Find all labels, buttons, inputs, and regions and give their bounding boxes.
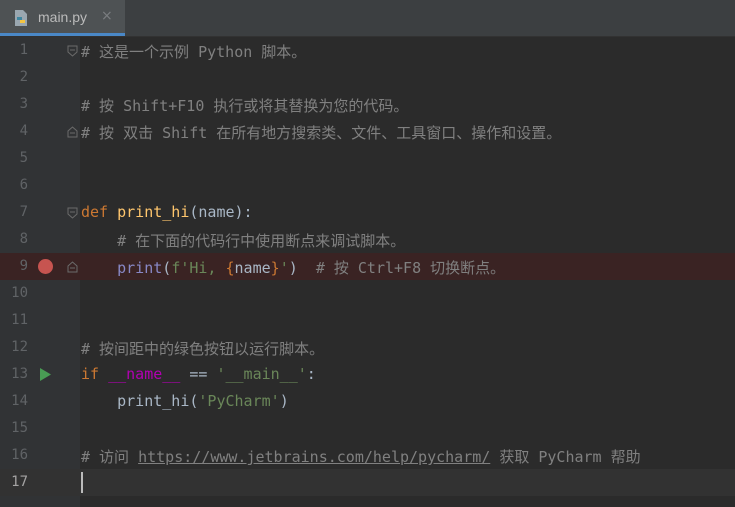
line-number: 1 (19, 42, 28, 58)
code-text: print_hi('PyCharm') (81, 392, 289, 410)
code-line[interactable]: 13 if __name__ == '__main__': (0, 361, 735, 388)
code-line[interactable]: 14 print_hi('PyCharm') (0, 388, 735, 415)
colon: : (306, 365, 316, 383)
paren: ) (288, 259, 298, 277)
fstring-suffix: ' (279, 259, 289, 277)
code-text: # 访问 https://www.jetbrains.com/help/pych… (81, 446, 641, 467)
comment: 获取 PyCharm 帮助 (490, 448, 641, 466)
code-line[interactable]: 15 (0, 415, 735, 442)
string: 'PyCharm' (198, 392, 280, 410)
caret-line[interactable]: 17 (0, 469, 735, 496)
tab-main-py[interactable]: main.py × (0, 0, 125, 36)
line-number: 17 (11, 474, 28, 490)
line-number: 5 (19, 150, 28, 166)
comment: # 按间距中的绿色按钮以运行脚本。 (81, 340, 325, 358)
keyword-def: def (81, 203, 109, 221)
line-number: 10 (11, 285, 28, 301)
comment: # 按 Shift+F10 执行或将其替换为您的代码。 (81, 97, 409, 115)
fstring-var: name (234, 259, 271, 277)
code-line[interactable]: 2 (0, 64, 735, 91)
line-number: 9 (19, 258, 28, 274)
code-text: # 在下面的代码行中使用断点来调试脚本。 (81, 230, 405, 251)
params: (name): (189, 203, 253, 221)
line-number: 12 (11, 339, 28, 355)
fold-end-icon[interactable] (67, 126, 78, 138)
function-name: print_hi (117, 203, 190, 221)
comment: # 按 Ctrl+F8 切换断点。 (315, 259, 506, 277)
line-number: 6 (19, 177, 28, 193)
line-number: 14 (11, 393, 28, 409)
fstring-prefix: f'Hi, (171, 259, 226, 277)
breakpoint-line[interactable]: 9 print(f'Hi, {name}') # 按 Ctrl+F8 切换断点。 (0, 253, 735, 280)
code-text: print(f'Hi, {name}') # 按 Ctrl+F8 切换断点。 (81, 257, 505, 278)
paren: ( (162, 259, 172, 277)
code-line[interactable]: 16 # 访问 https://www.jetbrains.com/help/p… (0, 442, 735, 469)
text-caret (81, 472, 83, 493)
code-editor[interactable]: 1 # 这是一个示例 Python 脚本。 2 3 # 按 Shift+F10 … (0, 37, 735, 507)
fold-start-icon[interactable] (67, 207, 78, 219)
code-line[interactable]: 11 (0, 307, 735, 334)
line-number: 8 (19, 231, 28, 247)
dunder-name: __name__ (108, 365, 181, 383)
code-line[interactable]: 8 # 在下面的代码行中使用断点来调试脚本。 (0, 226, 735, 253)
comment: # 这是一个示例 Python 脚本。 (81, 43, 307, 61)
tab-title: main.py (38, 9, 88, 25)
code-line[interactable]: 7 def print_hi(name): (0, 199, 735, 226)
code-line[interactable]: 3 # 按 Shift+F10 执行或将其替换为您的代码。 (0, 91, 735, 118)
fold-start-icon[interactable] (67, 45, 78, 57)
line-number: 16 (11, 447, 28, 463)
fstring-brace: } (270, 259, 280, 277)
string: '__main__' (216, 365, 307, 383)
code-text: def print_hi(name): (81, 203, 253, 221)
fold-end-icon[interactable] (67, 261, 78, 273)
comment: # 访问 (81, 448, 139, 466)
editor-tab-bar: main.py × (0, 0, 735, 37)
code-line[interactable]: 5 (0, 145, 735, 172)
close-icon[interactable]: × (101, 8, 113, 24)
line-number: 3 (19, 96, 28, 112)
run-triangle-icon[interactable] (38, 367, 52, 382)
function-call: print_hi (117, 392, 190, 410)
line-number: 4 (19, 123, 28, 139)
paren: ) (279, 392, 289, 410)
comment: # 在下面的代码行中使用断点来调试脚本。 (117, 232, 406, 250)
code-line[interactable]: 12 # 按间距中的绿色按钮以运行脚本。 (0, 334, 735, 361)
help-link[interactable]: https://www.jetbrains.com/help/pycharm/ (138, 448, 490, 466)
breakpoint-icon[interactable] (38, 259, 53, 274)
fstring-brace: { (225, 259, 235, 277)
python-file-icon (15, 10, 27, 26)
comment: # 按 双击 Shift 在所有地方搜索类、文件、工具窗口、操作和设置。 (81, 124, 562, 142)
code-text: if __name__ == '__main__': (81, 365, 316, 383)
line-number: 15 (11, 420, 28, 436)
line-number: 13 (11, 366, 28, 382)
code-line[interactable]: 1 # 这是一个示例 Python 脚本。 (0, 37, 735, 64)
builtin-print: print (117, 259, 163, 277)
line-number: 11 (11, 312, 28, 328)
code-line[interactable]: 10 (0, 280, 735, 307)
line-number: 2 (19, 69, 28, 85)
line-number: 7 (19, 204, 28, 220)
code-line[interactable]: 6 (0, 172, 735, 199)
operator: == (180, 365, 217, 383)
code-line[interactable]: 4 # 按 双击 Shift 在所有地方搜索类、文件、工具窗口、操作和设置。 (0, 118, 735, 145)
keyword-if: if (81, 365, 100, 383)
